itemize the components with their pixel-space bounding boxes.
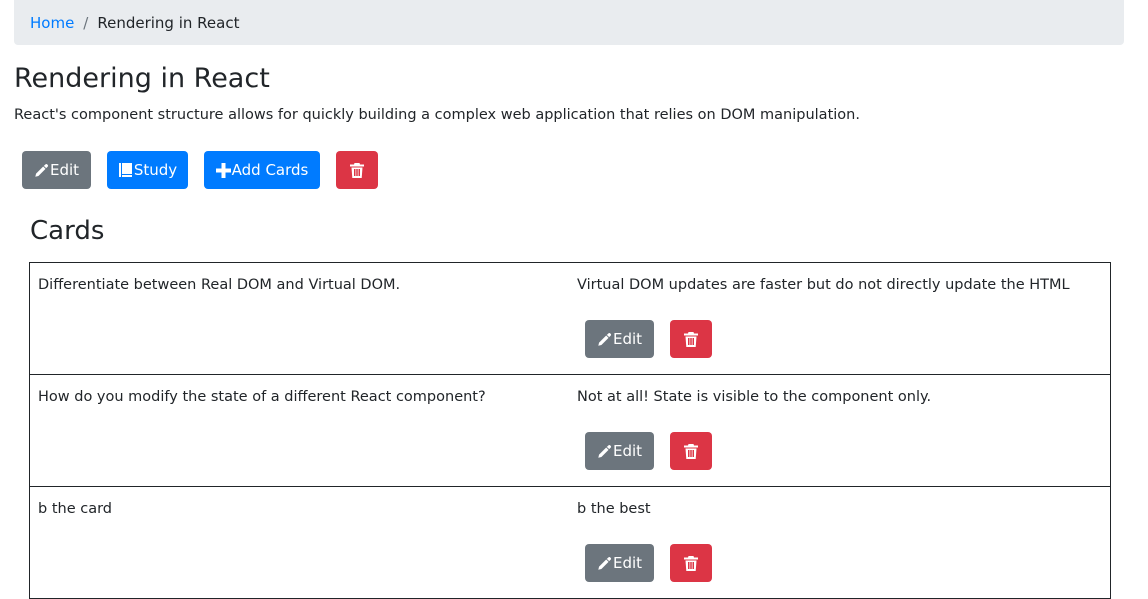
trash-icon [683, 331, 698, 347]
table-row: b the card b the best Edit [30, 487, 1110, 599]
pencil-icon [597, 556, 612, 571]
delete-card-button[interactable] [670, 320, 712, 358]
edit-card-button[interactable]: Edit [585, 320, 654, 358]
card-back: Not at all! State is visible to the comp… [577, 389, 932, 405]
breadcrumb-home-link[interactable]: Home [30, 14, 74, 32]
edit-card-button[interactable]: Edit [585, 432, 654, 470]
delete-card-button[interactable] [670, 544, 712, 582]
add-cards-label: Add Cards [231, 161, 309, 179]
page-title: Rendering in React [14, 63, 270, 94]
book-icon [118, 162, 133, 178]
plus-icon [215, 162, 231, 178]
edit-card-label: Edit [612, 330, 643, 348]
card-back: Virtual DOM updates are faster but do no… [577, 277, 1070, 293]
card-front: How do you modify the state of a differe… [38, 389, 486, 405]
pencil-icon [34, 163, 49, 178]
delete-card-button[interactable] [670, 432, 712, 470]
edit-deck-button[interactable]: Edit [22, 151, 91, 189]
breadcrumb: Home / Rendering in React [14, 0, 1124, 45]
card-front: b the card [38, 501, 112, 517]
table-row: How do you modify the state of a differe… [30, 375, 1110, 487]
card-front: Differentiate between Real DOM and Virtu… [38, 277, 401, 293]
table-row: Differentiate between Real DOM and Virtu… [30, 263, 1110, 375]
edit-card-label: Edit [612, 442, 643, 460]
trash-icon [683, 443, 698, 459]
pencil-icon [597, 444, 612, 459]
deck-description: React's component structure allows for q… [14, 107, 860, 123]
trash-icon [683, 555, 698, 571]
cards-table: Differentiate between Real DOM and Virtu… [29, 262, 1111, 599]
edit-card-button[interactable]: Edit [585, 544, 654, 582]
study-button[interactable]: Study [107, 151, 188, 189]
add-cards-button[interactable]: Add Cards [204, 151, 320, 189]
edit-card-label: Edit [612, 554, 643, 572]
card-back: b the best [577, 501, 651, 517]
cards-heading: Cards [30, 216, 105, 246]
breadcrumb-separator: / [83, 13, 89, 32]
pencil-icon [597, 332, 612, 347]
trash-icon [349, 162, 364, 178]
breadcrumb-current: Rendering in React [97, 13, 240, 32]
study-label: Study [133, 161, 178, 179]
delete-deck-button[interactable] [336, 151, 378, 189]
edit-deck-label: Edit [49, 161, 80, 179]
